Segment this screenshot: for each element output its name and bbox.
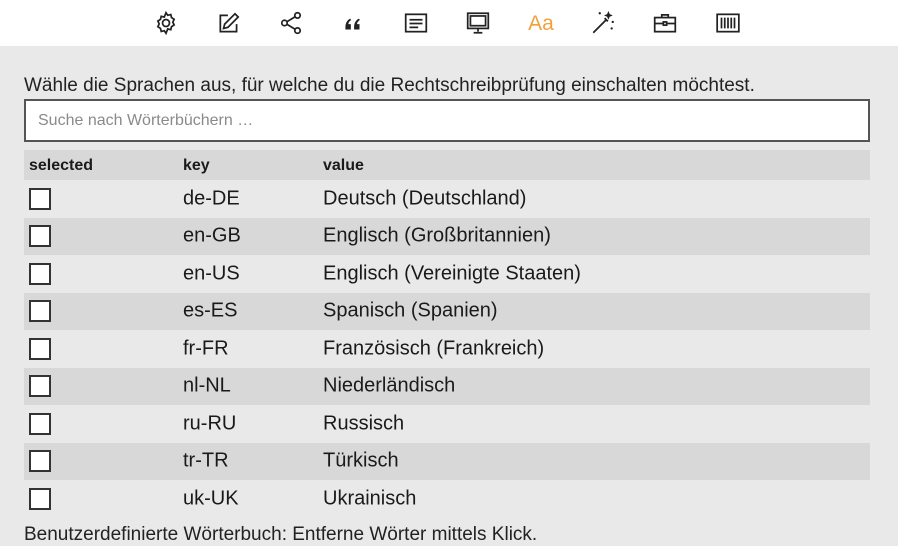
font-button[interactable]: Aa: [526, 8, 556, 38]
row-value: Deutsch (Deutschland): [323, 187, 527, 210]
edit-icon: [219, 12, 240, 33]
toolbox-button[interactable]: [650, 8, 680, 38]
row-value: Ukrainisch: [323, 487, 417, 510]
row-checkbox[interactable]: [29, 412, 51, 435]
magic-wand-icon: [592, 11, 614, 34]
row-checkbox[interactable]: [29, 375, 51, 398]
share-icon: [280, 11, 302, 35]
table-row[interactable]: en-US Englisch (Vereinigte Staaten): [24, 255, 870, 293]
monitor-icon: [466, 12, 490, 34]
row-value: Spanisch (Spanien): [323, 299, 498, 322]
row-checkbox[interactable]: [29, 225, 51, 248]
table-header: selected key value: [24, 150, 870, 180]
table-row[interactable]: de-DE Deutsch (Deutschland): [24, 180, 870, 218]
row-value: Niederländisch: [323, 374, 456, 397]
row-key: de-DE: [183, 187, 240, 210]
row-value: Türkisch: [323, 449, 399, 472]
edit-button[interactable]: [214, 8, 244, 38]
table-row[interactable]: ru-RU Russisch: [24, 405, 870, 443]
intro-text: Wähle die Sprachen aus, für welche du di…: [24, 75, 755, 96]
presentation-button[interactable]: [463, 8, 493, 38]
table-row[interactable]: fr-FR Französisch (Frankreich): [24, 330, 870, 368]
dictionary-search-input[interactable]: [24, 99, 870, 142]
table-row[interactable]: uk-UK Ukrainisch: [24, 480, 870, 518]
row-checkbox[interactable]: [29, 487, 51, 510]
row-key: uk-UK: [183, 487, 239, 510]
row-key: tr-TR: [183, 449, 229, 472]
font-icon: Aa: [528, 11, 554, 35]
row-key: es-ES: [183, 299, 238, 322]
settings-button[interactable]: [151, 8, 181, 38]
text-lines-icon: [404, 13, 428, 33]
quote-button[interactable]: [338, 8, 368, 38]
table-row[interactable]: es-ES Spanisch (Spanien): [24, 292, 870, 330]
gear-icon: [156, 10, 176, 36]
table-row[interactable]: tr-TR Türkisch: [24, 442, 870, 480]
language-table: selected key value de-DE Deutsch (Deutsc…: [24, 150, 870, 518]
column-header-key: key: [183, 157, 210, 174]
barcode-icon: [716, 13, 740, 33]
row-key: en-GB: [183, 224, 241, 247]
row-value: Französisch (Frankreich): [323, 337, 545, 360]
quote-icon: [345, 18, 360, 30]
row-key: ru-RU: [183, 412, 237, 435]
toolbar: Aa: [0, 0, 898, 46]
column-header-value: value: [323, 157, 364, 174]
table-row[interactable]: nl-NL Niederländisch: [24, 367, 870, 405]
column-header-selected: selected: [29, 157, 94, 174]
row-value: Englisch (Großbritannien): [323, 224, 551, 247]
row-key: nl-NL: [183, 374, 231, 397]
toolbox-icon: [653, 14, 677, 33]
share-button[interactable]: [276, 8, 306, 38]
row-checkbox[interactable]: [29, 337, 51, 360]
magic-button[interactable]: [588, 8, 618, 38]
row-key: fr-FR: [183, 337, 229, 360]
text-button[interactable]: [401, 8, 431, 38]
table-row[interactable]: en-GB Englisch (Großbritannien): [24, 217, 870, 255]
row-checkbox[interactable]: [29, 187, 51, 210]
row-key: en-US: [183, 262, 240, 285]
barcode-button[interactable]: [713, 8, 743, 38]
row-checkbox[interactable]: [29, 450, 51, 473]
custom-dictionary-hint: Benutzerdefinierte Wörterbuch: Entferne …: [24, 524, 538, 545]
row-checkbox[interactable]: [29, 262, 51, 285]
row-value: Russisch: [323, 412, 405, 435]
row-value: Englisch (Vereinigte Staaten): [323, 262, 581, 285]
row-checkbox[interactable]: [29, 300, 51, 323]
